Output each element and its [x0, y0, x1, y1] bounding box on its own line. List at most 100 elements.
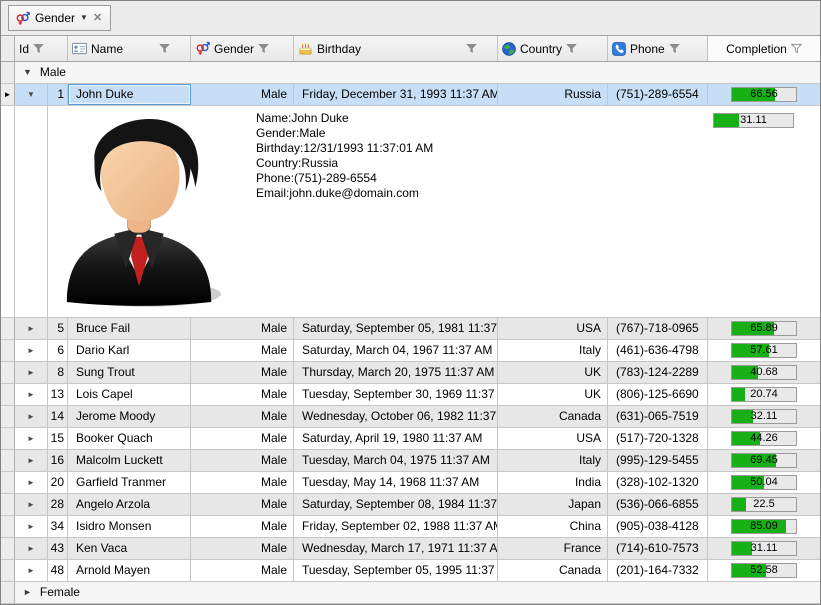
cell-birthday: Tuesday, May 14, 1968 11:37 AM — [294, 472, 498, 493]
progress-value: 66.56 — [750, 88, 778, 100]
cell-gender: Male — [191, 362, 294, 383]
cell-completion: 65.89 — [708, 318, 820, 339]
cell-phone: (631)-065-7519 — [608, 406, 708, 427]
cell-id: 28 — [48, 494, 68, 515]
table-row[interactable]: ► 16 Malcolm Luckett Male Tuesday, March 04,… — [1, 450, 820, 472]
row-expand-icon[interactable]: ► — [15, 340, 48, 361]
column-header-birthday[interactable]: Birthday — [294, 36, 498, 61]
progress-value: 32.11 — [750, 410, 778, 422]
cell-name: Bruce Fail — [68, 318, 191, 339]
group-row-male[interactable]: ▼ Male — [1, 62, 820, 84]
table-row[interactable]: ► 13 Lois Capel Male Tuesday, September 30, … — [1, 384, 820, 406]
row-expand-icon[interactable]: ► — [15, 428, 48, 449]
group-row-female[interactable]: ► Female — [1, 582, 820, 604]
filter-icon[interactable] — [258, 43, 269, 54]
table-row[interactable]: ► ▼ 1 John Duke Male Friday, December 31, 199… — [1, 84, 820, 106]
row-expand-icon[interactable]: ► — [15, 472, 48, 493]
row-indicator — [1, 406, 15, 427]
table-row[interactable]: ► 8 Sung Trout Male Thursday, March 20, 1975… — [1, 362, 820, 384]
progress-value: 69.45 — [750, 454, 778, 466]
progress-value: 31.11 — [750, 542, 778, 554]
filter-icon[interactable] — [790, 43, 802, 54]
row-indicator — [1, 340, 15, 361]
row-expand-icon[interactable]: ► — [15, 560, 48, 581]
sort-descending-icon[interactable]: ▼ — [80, 14, 88, 22]
row-expand-icon[interactable]: ► — [15, 318, 48, 339]
cell-completion: 52.58 — [708, 560, 820, 581]
globe-icon — [502, 41, 516, 56]
row-expand-icon[interactable]: ► — [15, 494, 48, 515]
cell-name: Malcolm Luckett — [68, 450, 191, 471]
group-by-panel[interactable]: Gender ▼ ✕ — [1, 1, 820, 36]
cell-birthday: Friday, September 02, 1988 11:37 AM — [294, 516, 498, 537]
row-expand-icon[interactable]: ► — [15, 406, 48, 427]
cell-completion: 32.11 — [708, 406, 820, 427]
cell-id: 34 — [48, 516, 68, 537]
table-row[interactable]: ► 15 Booker Quach Male Saturday, April 19, 1… — [1, 428, 820, 450]
progress-value: 85.09 — [750, 520, 778, 532]
cell-phone: (767)-718-0965 — [608, 318, 708, 339]
gender-icon — [195, 41, 210, 56]
cell-gender: Male — [191, 406, 294, 427]
filter-icon[interactable] — [668, 43, 680, 54]
cell-name: Booker Quach — [68, 428, 191, 449]
cell-phone: (461)-636-4798 — [608, 340, 708, 361]
row-collapse-icon[interactable]: ▼ — [15, 84, 48, 105]
column-header-completion[interactable]: Completion — [708, 36, 820, 61]
row-expand-icon[interactable]: ► — [15, 450, 48, 471]
completion-progressbar: 31.11 — [731, 541, 797, 556]
table-row[interactable]: ► 43 Ken Vaca Male Wednesday, March 17, 1971… — [1, 538, 820, 560]
row-indicator — [1, 428, 15, 449]
cell-completion: 66.56 — [708, 84, 820, 105]
birthday-cake-icon — [298, 42, 313, 56]
filter-icon[interactable] — [33, 43, 44, 54]
cell-id: 20 — [48, 472, 68, 493]
group-collapse-icon[interactable]: ▼ — [23, 68, 32, 77]
cell-gender: Male — [191, 84, 294, 105]
cell-completion: 40.68 — [708, 362, 820, 383]
progress-value: 40.68 — [750, 366, 778, 378]
column-header-phone[interactable]: Phone — [608, 36, 708, 61]
table-row[interactable]: ► 34 Isidro Monsen Male Friday, September 02… — [1, 516, 820, 538]
filter-icon[interactable] — [466, 43, 477, 54]
column-header-country[interactable]: Country — [498, 36, 608, 61]
column-header-gender[interactable]: Gender — [191, 36, 294, 61]
cell-country: Japan — [498, 494, 608, 515]
cell-country: China — [498, 516, 608, 537]
cell-phone: (783)-124-2289 — [608, 362, 708, 383]
cell-name: Sung Trout — [68, 362, 191, 383]
group-expand-icon[interactable]: ► — [23, 588, 32, 597]
group-chip-gender[interactable]: Gender ▼ ✕ — [8, 5, 112, 31]
row-expand-icon[interactable]: ► — [15, 516, 48, 537]
cell-gender: Male — [191, 494, 294, 515]
cell-id: 8 — [48, 362, 68, 383]
detail-info-line: Birthday:12/31/1993 11:37:01 AM — [256, 141, 434, 155]
table-row[interactable]: ► 28 Angelo Arzola Male Saturday, September … — [1, 494, 820, 516]
table-row[interactable]: ► 6 Dario Karl Male Saturday, March 04, 1967… — [1, 340, 820, 362]
row-expand-icon[interactable]: ► — [15, 384, 48, 405]
phone-icon — [612, 41, 626, 56]
table-row[interactable]: ► 20 Garfield Tranmer Male Tuesday, May 14, … — [1, 472, 820, 494]
filter-icon[interactable] — [159, 43, 170, 54]
table-row[interactable]: ► 5 Bruce Fail Male Saturday, September 05, … — [1, 318, 820, 340]
column-header-name[interactable]: Name — [68, 36, 191, 61]
table-row[interactable]: ► 14 Jerome Moody Male Wednesday, October 06… — [1, 406, 820, 428]
cell-country: UK — [498, 384, 608, 405]
cell-id: 13 — [48, 384, 68, 405]
rows-host: ▼ Male ► ▼ 1 John Duke Male Friday, December 31… — [1, 62, 820, 604]
cell-country: Canada — [498, 560, 608, 581]
row-expand-icon[interactable]: ► — [15, 538, 48, 559]
filter-icon[interactable] — [566, 43, 577, 54]
row-indicator — [1, 494, 15, 515]
cell-id: 16 — [48, 450, 68, 471]
column-label-country: Country — [520, 41, 563, 56]
column-header-id[interactable]: Id — [15, 36, 68, 61]
remove-group-icon[interactable]: ✕ — [93, 12, 102, 24]
cell-birthday: Wednesday, October 06, 1982 11:37 AM — [294, 406, 498, 427]
table-row[interactable]: ► 48 Arnold Mayen Male Tuesday, September 05… — [1, 560, 820, 582]
cell-country: Canada — [498, 406, 608, 427]
completion-progressbar: 50.04 — [731, 475, 797, 490]
column-label-phone: Phone — [630, 41, 665, 56]
row-expand-icon[interactable]: ► — [15, 362, 48, 383]
cell-phone: (536)-066-6855 — [608, 494, 708, 515]
